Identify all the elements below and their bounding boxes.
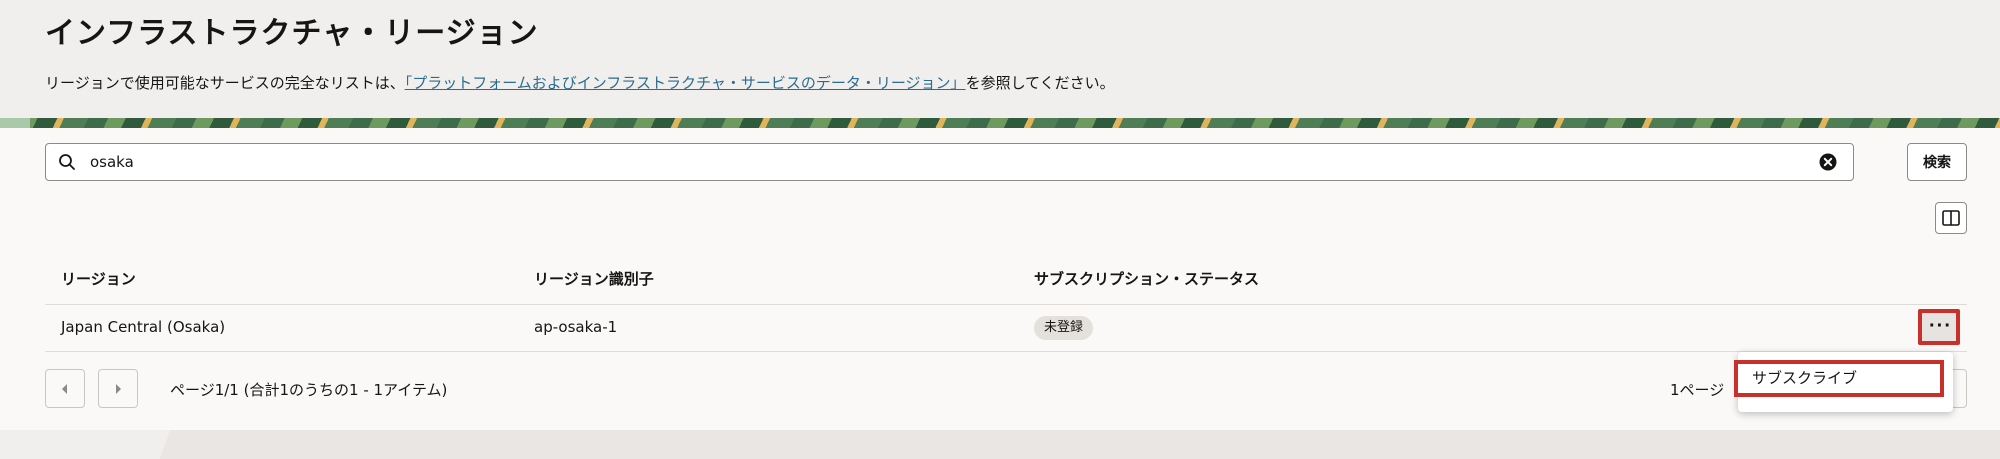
row-actions-menu: サブスクライブ (1734, 352, 1953, 412)
identifier-cell: ap-osaka-1 (534, 318, 618, 336)
footer-band (0, 430, 2000, 459)
page-header: インフラストラクチャ・リージョン リージョンで使用可能なサービスの完全なリストは… (0, 0, 2000, 118)
region-cell: Japan Central (Osaka) (61, 318, 226, 336)
pagination-info: ページ1/1 (合計1のうちの1 - 1アイテム) (170, 381, 448, 399)
header-divider (45, 304, 1967, 305)
column-header-region[interactable]: リージョン (61, 268, 136, 289)
column-header-identifier[interactable]: リージョン識別子 (534, 268, 654, 289)
status-badge: 未登録 (1034, 316, 1094, 340)
column-header-status[interactable]: サブスクリプション・ステータス (1034, 268, 1259, 289)
chevron-right-icon (116, 384, 121, 394)
row-divider (45, 351, 1967, 352)
page-description: リージョンで使用可能なサービスの完全なリストは、「プラットフォームおよびインフラ… (45, 72, 1115, 93)
page-size-label: 1ページ (1670, 381, 1725, 399)
previous-page-button[interactable] (45, 369, 85, 408)
search-icon (59, 154, 75, 170)
row-actions-button[interactable]: ··· (1918, 309, 1960, 345)
column-settings-button[interactable] (1935, 202, 1967, 234)
next-page-button[interactable] (98, 369, 138, 408)
description-prefix: リージョンで使用可能なサービスの完全なリストは、 (45, 74, 405, 92)
search-field[interactable] (45, 143, 1854, 181)
page-title: インフラストラクチャ・リージョン (45, 16, 539, 51)
more-icon: ··· (1929, 315, 1952, 337)
data-regions-link[interactable]: 「プラットフォームおよびインフラストラクチャ・サービスのデータ・リージョン」 (405, 74, 966, 92)
columns-icon (1942, 210, 1960, 226)
decorative-banner (0, 118, 2000, 128)
chevron-left-icon (62, 384, 67, 394)
search-input[interactable] (90, 150, 1790, 174)
description-suffix: を参照してください。 (965, 74, 1115, 92)
clear-icon[interactable] (1819, 153, 1837, 171)
search-button[interactable]: 検索 (1907, 143, 1967, 181)
menu-item-subscribe[interactable]: サブスクライブ (1734, 360, 1944, 397)
